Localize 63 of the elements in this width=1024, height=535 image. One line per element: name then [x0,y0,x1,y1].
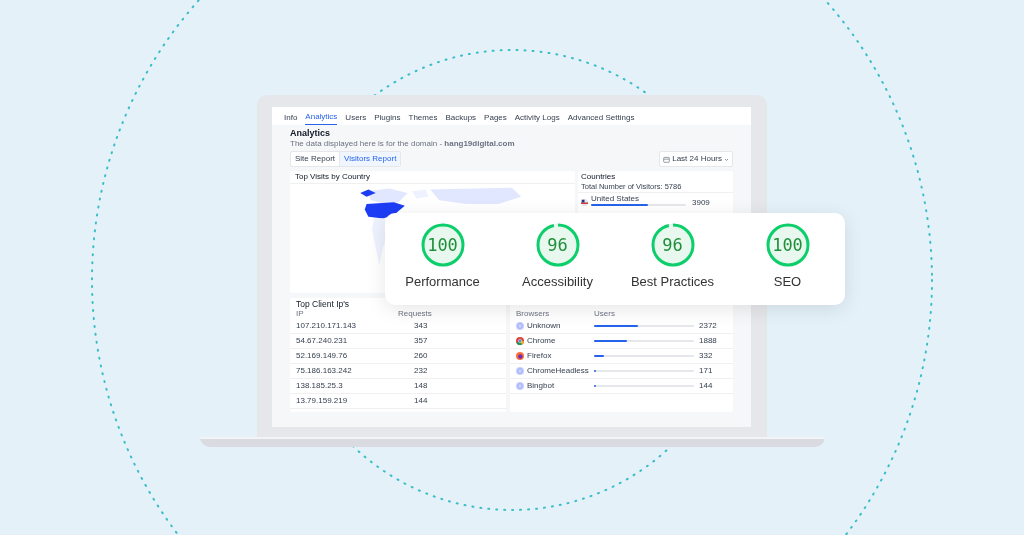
tab[interactable]: Backups [445,113,477,125]
tab[interactable]: Info [284,113,298,125]
flag-icon [581,199,588,207]
score-label: Accessibility [522,275,593,288]
tab[interactable]: Plugins [374,113,401,125]
report-toggle[interactable]: Visitors Report [339,152,401,166]
table-cell-text: 107.210.171.143 [296,320,358,331]
tab[interactable]: Analytics [305,112,338,125]
score-value: 100 [427,236,458,254]
browser-logo-icon [516,351,524,360]
table-cell: 144 [414,395,428,406]
time-range-dropdown[interactable]: Last 24 Hours [659,151,733,167]
browser-name: Firefox [527,350,552,361]
browser-name: Chrome [527,335,556,346]
score-value: 96 [662,236,683,254]
table-cell-text: 13.79.159.219 [296,395,349,406]
score-label: SEO [773,275,802,288]
score-gauge [764,222,811,268]
score-value: 96 [547,236,568,254]
tab[interactable]: Users [345,113,367,125]
score-label: Performance [405,275,480,288]
column-header: Requests [398,309,433,319]
browser-name: Bingbot [527,380,555,391]
column-header: IP [296,309,305,319]
table-cell: 343 [414,320,428,331]
report-toggle[interactable]: Site Report [291,152,340,166]
tab[interactable]: Advanced Settings [567,113,635,125]
caret-icon [724,156,729,162]
card-title: Countries [580,171,617,182]
browser-name: Unknown [527,320,561,331]
table-cell: 232 [414,365,428,376]
score-gauge [419,222,466,268]
table-cell: 260 [414,350,428,361]
globe-icon [516,321,524,330]
table-cell: 148 [414,380,428,391]
calendar-icon [663,155,671,163]
tab[interactable]: Themes [408,113,438,125]
tab[interactable]: Activity Logs [514,113,560,125]
table-cell-text: 54.67.240.231 [296,335,349,346]
score-label: Best Practices [630,275,715,288]
score-gauge [649,222,696,268]
tab[interactable]: Pages [484,113,507,125]
country-name: United States [591,193,641,204]
browser-logo-icon [516,336,524,345]
country-count: 3909 [692,197,710,208]
column-header: Browsers [516,309,551,319]
user-count: 144 [699,380,713,391]
table-cell-text: 75.186.163.242 [296,365,353,376]
user-count: 171 [699,365,713,376]
column-header: Users [594,309,616,319]
table-cell: 357 [414,335,428,346]
user-count: 332 [699,350,713,361]
table-cell-text: 138.185.25.3 [296,380,344,391]
score-value: 100 [772,236,803,254]
user-count: 1888 [699,335,717,346]
card-title: Top Client Ip's [295,298,351,310]
table-cell-text: 52.169.149.76 [296,350,349,361]
page-subtitle: The data displayed here is for the domain - hang19digital.com [290,138,516,149]
score-gauge [534,222,581,268]
page-title: Analytics [290,128,332,139]
card-title: Top Visits by Country [290,171,575,184]
user-count: 2372 [699,320,717,331]
browser-name: ChromeHeadless [527,365,589,376]
